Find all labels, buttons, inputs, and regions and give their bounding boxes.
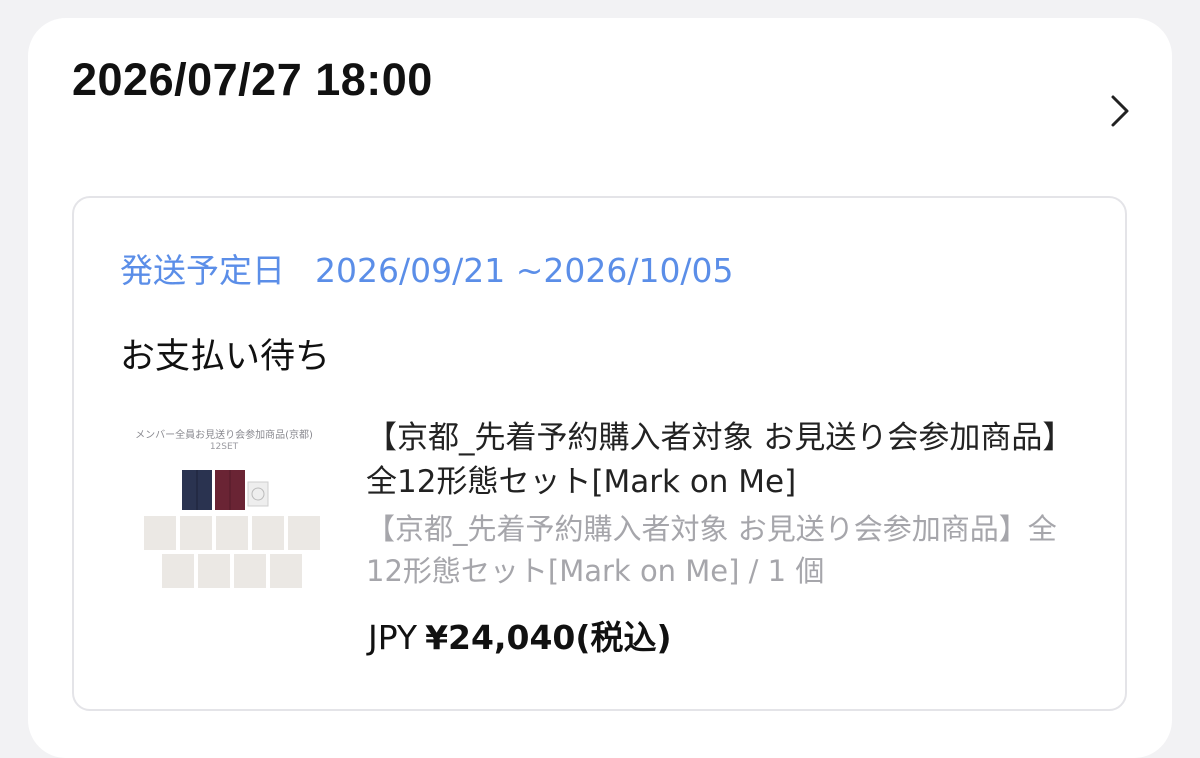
product-variant: 【京都_先着予約購入者対象 お見送り会参加商品】全12形態セット[Mark on…	[366, 512, 1057, 588]
shipping-date-range: 2026/09/21 ~2026/10/05	[315, 251, 734, 290]
price-row: JPY ¥24,040(税込)	[368, 611, 672, 659]
order-card[interactable]: 2026/07/27 18:00 発送予定日 2026/09/21 ~2026/1…	[28, 18, 1172, 758]
price-currency: JPY	[368, 618, 418, 657]
shipping-date-row: 発送予定日 2026/09/21 ~2026/10/05	[120, 244, 734, 292]
product-thumbnail[interactable]: メンバー全員お見送り会参加商品(京都) 12SET	[118, 420, 330, 600]
product-title[interactable]: 【京都_先着予約購入者対象 お見送り会参加商品】全12形態セット[Mark on…	[366, 416, 1086, 504]
payment-status: お支払い待ち	[120, 337, 331, 377]
product-photo-icon	[144, 470, 320, 588]
order-datetime: 2026/07/27 18:00	[72, 54, 433, 105]
price-value: ¥24,040(税込)	[425, 618, 672, 657]
shipping-date-label: 発送予定日	[120, 251, 285, 290]
order-item-box: 発送予定日 2026/09/21 ~2026/10/05 お支払い待ち メンバー全…	[72, 196, 1127, 711]
chevron-right-icon[interactable]	[1108, 94, 1132, 128]
